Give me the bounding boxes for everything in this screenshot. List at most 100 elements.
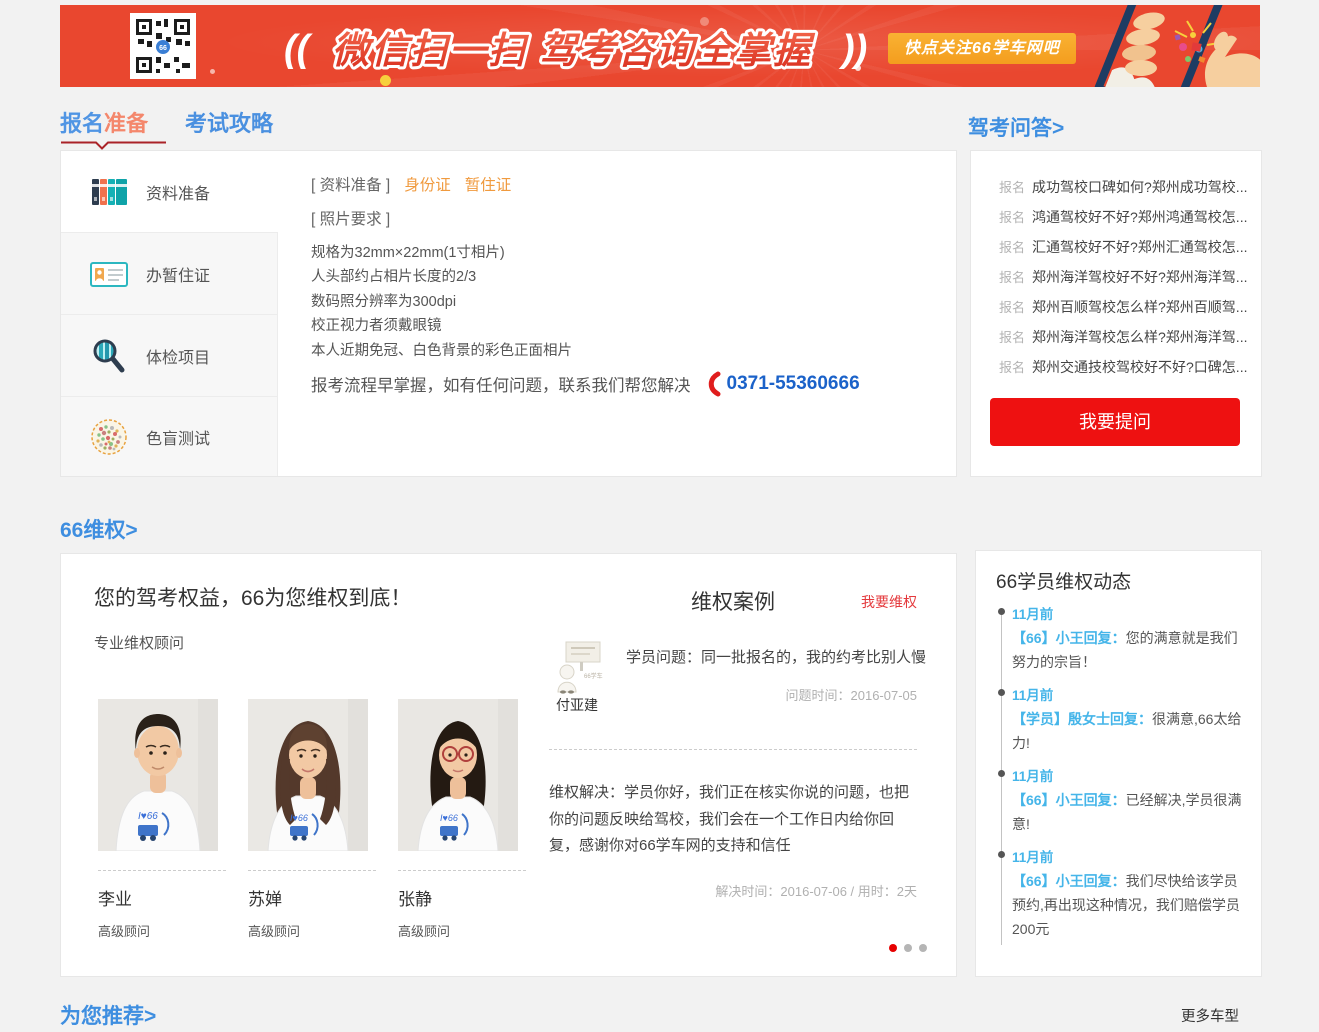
- entry-author: 【66】小王回复：: [1012, 630, 1126, 646]
- qa-list-item[interactable]: 报名成功驾校口碑如何?郑州成功驾校...: [999, 177, 1255, 197]
- svg-text:66学车: 66学车: [584, 672, 603, 680]
- follow-cta-badge[interactable]: 快点关注66学车网吧: [888, 33, 1076, 64]
- qa-tag: 报名: [999, 180, 1025, 195]
- qa-tag: 报名: [999, 330, 1025, 345]
- request-rights-link[interactable]: 我要维权: [861, 592, 917, 612]
- active-tab-underline: [60, 141, 168, 150]
- slogan-close-mark: )): [838, 28, 867, 70]
- divider-dashed: [398, 870, 526, 871]
- prep-sidebar: 资料准备 办暂住证: [61, 151, 278, 476]
- spec-line: 本人近期免冠、白色背景的彩色正面相片: [311, 339, 572, 363]
- signup-prep-panel: 资料准备 办暂住证: [60, 150, 957, 477]
- phone-handset-icon: [705, 371, 721, 397]
- consultant-role: 高级顾问: [398, 921, 548, 940]
- spec-line: 数码照分辨率为300dpi: [311, 290, 572, 314]
- contact-help-text: 报考流程早掌握，如有任何问题，联系我们帮您解决: [311, 372, 691, 396]
- timeline-entry: 11月前 【学员】殷女士回复：很满意,66太给力!: [1012, 684, 1242, 755]
- rights-case-column: 维权案例 我要维权 66学车 付亚建 学员问题：同一批报名的，我的约考比别人慢 …: [549, 554, 917, 976]
- photo-requirements-label: [ 照片要求 ]: [311, 207, 390, 229]
- entry-author: 【66】小王回复：: [1012, 873, 1126, 889]
- consultant-photo: I♥66: [98, 699, 218, 851]
- qa-list-item[interactable]: 报名郑州交通技校驾校好不好?口碑怎...: [999, 357, 1255, 377]
- sidebar-item-label: 色盲测试: [146, 425, 210, 449]
- qa-list-item[interactable]: 报名汇通驾校好不好?郑州汇通驾校怎...: [999, 237, 1255, 257]
- id-card-link[interactable]: 身份证: [404, 173, 451, 195]
- qa-item-text: 郑州海洋驾校好不好?郑州海洋驾...: [1032, 269, 1247, 285]
- qa-section-link[interactable]: 驾考问答>: [968, 112, 1064, 142]
- entry-time: 11月前: [1012, 951, 1242, 953]
- pagination-dot[interactable]: [919, 944, 927, 952]
- qa-tag: 报名: [999, 240, 1025, 255]
- photo-specs-list: 规格为32mm×22mm(1寸相片) 人头部约占相片长度的2/3 数码照分辨率为…: [311, 241, 572, 363]
- sidebar-item-residence-permit[interactable]: 办暂住证: [61, 233, 278, 315]
- timeline-entry: 11月前 【66】小王回复：已经解决,学员很满意!: [1012, 765, 1242, 836]
- consultant-photo: I♥66: [248, 699, 368, 851]
- decor-dot: [210, 69, 215, 74]
- qa-item-text: 郑州交通技校驾校好不好?口碑怎...: [1032, 359, 1247, 375]
- qa-item-text: 郑州百顺驾校怎么样?郑州百顺驾...: [1032, 299, 1247, 315]
- shirt-logo: I♥66: [290, 813, 308, 823]
- recommend-section-link[interactable]: 为您推荐>: [60, 1000, 156, 1030]
- entry-time: 11月前: [1012, 684, 1242, 704]
- carousel-pagination: [889, 944, 927, 952]
- sidebar-item-physical-exam[interactable]: 体检项目: [61, 315, 278, 397]
- sidebar-item-label: 办暂住证: [146, 262, 210, 286]
- qr-code: 66: [130, 13, 196, 79]
- student-name: 付亚建: [556, 695, 598, 715]
- entry-author: 【学员】殷女士回复：: [1012, 711, 1152, 727]
- rights-subtitle: 专业维权顾问: [94, 632, 184, 653]
- tab-signup-prep[interactable]: 报名准备: [60, 106, 148, 138]
- divider-dashed: [248, 870, 376, 871]
- consultant-name: 张静: [398, 885, 548, 910]
- rights-panel: 您的驾考权益，66为您维权到底！ 专业维权顾问 I♥66 李业 高级顾问: [60, 553, 957, 977]
- case-question: 学员问题：同一批报名的，我的约考比别人慢: [626, 646, 926, 667]
- tab-exam-strategy[interactable]: 考试攻略: [185, 106, 273, 138]
- entry-time: 11月前: [1012, 603, 1242, 623]
- rights-section-link[interactable]: 66维权>: [60, 514, 138, 544]
- pagination-dot[interactable]: [904, 944, 912, 952]
- consultant-card: I♥66 张静 高级顾问: [398, 699, 548, 940]
- qa-tag: 报名: [999, 300, 1025, 315]
- timeline-entry: 11月前 【学员】殷女士回复：驾校领导给我打电话,真诚的道歉,说会尽快给我解决!: [1012, 951, 1242, 953]
- consultant-role: 高级顾问: [248, 921, 398, 940]
- qa-item-text: 汇通驾校好不好?郑州汇通驾校怎...: [1032, 239, 1247, 255]
- case-solution-time: 解决时间：2016-07-06 / 用时：2天: [715, 881, 917, 900]
- hotline-number[interactable]: 0371-55360666: [727, 373, 860, 395]
- entry-time: 11月前: [1012, 765, 1242, 785]
- tab-label-part1: 报名: [60, 111, 104, 136]
- consultant-name: 苏婵: [248, 885, 398, 910]
- entry-author: 【66】小王回复：: [1012, 792, 1126, 808]
- sidebar-item-materials[interactable]: 资料准备: [61, 151, 278, 233]
- qa-item-text: 郑州海洋驾校怎么样?郑州海洋驾...: [1032, 329, 1247, 345]
- spec-line: 规格为32mm×22mm(1寸相片): [311, 241, 572, 265]
- colorblind-icon: [89, 417, 129, 457]
- more-models-link[interactable]: 更多车型: [1181, 1005, 1239, 1026]
- sidebar-item-colorblind-test[interactable]: 色盲测试: [61, 397, 278, 476]
- sidebar-item-label: 资料准备: [146, 180, 210, 204]
- consultant-card: I♥66 李业 高级顾问: [98, 699, 248, 940]
- timeline-entry: 11月前 【66】小王回复：您的满意就是我们努力的宗旨！: [1012, 603, 1242, 674]
- case-solution: 维权解决：学员你好，我们正在核实你说的问题，也把你的问题反映给驾校，我们会在一个…: [549, 780, 917, 860]
- id-card-icon: [89, 254, 129, 294]
- ask-question-button[interactable]: 我要提问: [990, 398, 1240, 446]
- residence-permit-link[interactable]: 暂住证: [465, 173, 512, 195]
- qa-item-text: 鸿通驾校好不好?郑州鸿通驾校怎...: [1032, 209, 1247, 225]
- qa-list-item[interactable]: 报名郑州海洋驾校好不好?郑州海洋驾...: [999, 267, 1255, 287]
- tab-label-part2: 准备: [104, 111, 148, 136]
- case-question-time: 问题时间：2016-07-05: [786, 685, 918, 704]
- consultant-name: 李业: [98, 885, 248, 910]
- wechat-promo-banner[interactable]: 66 (( 微信扫一扫 驾考咨询全掌握 )) 快点关注66学车网吧: [60, 5, 1260, 87]
- pagination-dot-active[interactable]: [889, 944, 897, 952]
- spec-line: 人头部约占相片长度的2/3: [311, 265, 572, 289]
- rights-activity-panel: 66学员维权动态 11月前 【66】小王回复：您的满意就是我们努力的宗旨！ 11…: [975, 550, 1262, 977]
- banner-slogan: (( 微信扫一扫 驾考咨询全掌握 )): [282, 11, 892, 81]
- activity-timeline: 11月前 【66】小王回复：您的满意就是我们努力的宗旨！ 11月前 【学员】殷女…: [998, 603, 1242, 953]
- qa-list-item[interactable]: 报名郑州百顺驾校怎么样?郑州百顺驾...: [999, 297, 1255, 317]
- decor-dot: [380, 75, 391, 86]
- qa-list-item[interactable]: 报名郑州海洋驾校怎么样?郑州海洋驾...: [999, 327, 1255, 347]
- consultant-photo: I♥66: [398, 699, 518, 851]
- consultant-card: I♥66 苏婵 高级顾问: [248, 699, 398, 940]
- consultant-role: 高级顾问: [98, 921, 248, 940]
- qa-item-text: 成功驾校口碑如何?郑州成功驾校...: [1032, 179, 1247, 195]
- qa-list-item[interactable]: 报名鸿通驾校好不好?郑州鸿通驾校怎...: [999, 207, 1255, 227]
